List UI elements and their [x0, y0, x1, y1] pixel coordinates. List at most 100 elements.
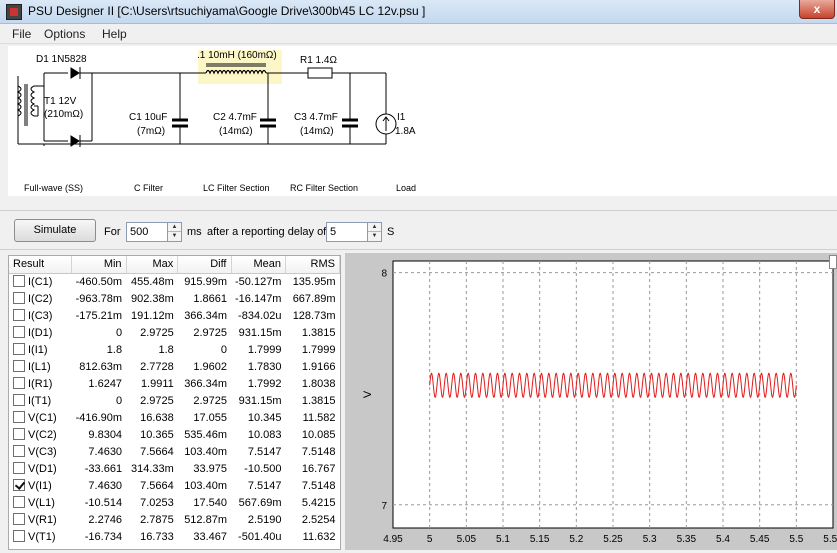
menu-file[interactable]: File: [12, 27, 31, 41]
result-checkbox[interactable]: [13, 326, 25, 338]
result-name-cell[interactable]: V(C1): [9, 409, 72, 426]
table-row[interactable]: I(C2) -963.78m 902.38m 1.8661 -16.147m 667.89…: [9, 290, 340, 307]
result-checkbox[interactable]: [13, 360, 25, 372]
table-row[interactable]: V(C3) 7.4630 7.5664 103.40m 7.5147 7.5148: [9, 443, 340, 460]
result-checkbox[interactable]: [13, 343, 25, 355]
table-row[interactable]: V(D1) -33.661 314.33m 33.975 -10.500 16.767: [9, 460, 340, 477]
result-diff-cell: 915.99m: [184, 275, 227, 288]
result-checkbox[interactable]: [13, 275, 25, 288]
table-row[interactable]: V(L1) -10.514 7.0253 17.540 567.69m 5.4215: [9, 494, 340, 511]
result-name-cell[interactable]: I(T1): [9, 392, 72, 409]
result-diff-cell: 17.055: [193, 411, 227, 424]
result-checkbox[interactable]: [13, 445, 25, 457]
close-button[interactable]: x: [799, 0, 835, 19]
result-checkbox[interactable]: [13, 377, 25, 389]
col-min[interactable]: Min: [71, 256, 127, 274]
result-rms-cell: 1.7999: [301, 343, 336, 356]
result-max-cell: 7.5664: [140, 445, 174, 458]
spin-down-icon[interactable]: ▼: [168, 232, 181, 241]
result-diff-cell: 1.9602: [193, 360, 227, 373]
i1-value: 1.8A: [395, 126, 416, 137]
result-mean-cell: 931.15m: [238, 326, 282, 339]
table-row[interactable]: I(C1) -460.50m 455.48m 915.99m -50.127m 135.9…: [9, 273, 340, 290]
plot-corner-tab[interactable]: [829, 255, 837, 269]
c3-label[interactable]: C3 4.7mF: [294, 112, 338, 123]
table-row[interactable]: I(D1) 0 2.9725 2.9725 931.15m 1.3815: [9, 324, 340, 341]
t1-label[interactable]: T1 12V: [44, 96, 76, 107]
result-checkbox[interactable]: [13, 309, 25, 321]
c2-label[interactable]: C2 4.7mF: [213, 112, 257, 123]
result-checkbox[interactable]: [13, 394, 25, 406]
menu-help[interactable]: Help: [102, 27, 127, 41]
spin-down-icon[interactable]: ▼: [368, 232, 381, 241]
table-row[interactable]: I(L1) 812.63m 2.7728 1.9602 1.7830 1.9166: [9, 358, 340, 375]
result-rms-cell: 128.73m: [292, 309, 336, 322]
table-row[interactable]: V(C2) 9.8304 10.365 535.46m 10.083 10.085: [9, 426, 340, 443]
table-row[interactable]: I(R1) 1.6247 1.9911 366.34m 1.7992 1.8038: [9, 375, 340, 392]
col-rms[interactable]: RMS: [285, 256, 341, 274]
i1-label[interactable]: I1: [397, 112, 405, 123]
window-title: PSU Designer II [C:\Users\rtsuchiyama\Go…: [28, 4, 426, 18]
result-name: V(D1): [28, 463, 57, 475]
col-max[interactable]: Max: [126, 256, 179, 274]
table-row[interactable]: V(C1) -416.90m 16.638 17.055 10.345 11.582: [9, 409, 340, 426]
result-name: V(C1): [28, 412, 57, 424]
result-min-cell: -175.21m: [75, 309, 123, 322]
col-mean[interactable]: Mean: [231, 256, 286, 274]
result-name-cell[interactable]: V(T1): [9, 528, 72, 545]
result-checkbox[interactable]: [13, 513, 25, 525]
result-min-cell: 7.4630: [88, 445, 123, 458]
result-name-cell[interactable]: I(R1): [9, 375, 72, 392]
simulate-button[interactable]: Simulate: [14, 219, 96, 242]
table-row[interactable]: I(C3) -175.21m 191.12m 366.34m -834.02u 128.7…: [9, 307, 340, 324]
result-name-cell[interactable]: V(C3): [9, 443, 72, 460]
table-row[interactable]: V(R1) 2.2746 2.7875 512.87m 2.5190 2.5254: [9, 511, 340, 528]
result-name-cell[interactable]: I(I1): [9, 341, 72, 358]
result-checkbox[interactable]: [13, 496, 25, 508]
col-diff[interactable]: Diff: [177, 256, 232, 274]
result-max-cell: 10.365: [140, 428, 174, 441]
result-checkbox[interactable]: [13, 411, 25, 423]
table-row[interactable]: V(I1) 7.4630 7.5664 103.40m 7.5147 7.5148: [9, 477, 340, 494]
result-min-cell: -963.78m: [75, 292, 123, 305]
d1-label[interactable]: D1 1N5828: [36, 54, 87, 65]
result-checkbox[interactable]: [13, 292, 25, 304]
table-row[interactable]: V(T1) -16.734 16.733 33.467 -501.40u 11.632: [9, 528, 340, 545]
col-result[interactable]: Result: [9, 256, 73, 274]
result-name-cell[interactable]: V(I1): [9, 477, 72, 494]
spin-up-icon[interactable]: ▲: [368, 223, 381, 232]
delay-spinner[interactable]: ▲ ▼: [367, 222, 382, 242]
result-min-cell: 0: [115, 394, 123, 407]
result-name-cell[interactable]: I(D1): [9, 324, 72, 341]
result-rms-cell: 5.4215: [301, 496, 336, 509]
l1-label[interactable]: .1 10mH (160mΩ): [197, 50, 277, 61]
delay-input[interactable]: [326, 222, 368, 242]
result-name: I(D1): [28, 327, 53, 339]
result-min-cell: 9.8304: [88, 428, 123, 441]
result-name-cell[interactable]: I(C3): [9, 307, 72, 324]
result-min-cell: -10.514: [84, 496, 123, 509]
table-row[interactable]: I(I1) 1.8 1.8 0 1.7999 1.7999: [9, 341, 340, 358]
duration-spinner[interactable]: ▲ ▼: [167, 222, 182, 242]
r1-label[interactable]: R1 1.4Ω: [300, 55, 337, 66]
result-rms-cell: 11.632: [302, 530, 336, 543]
duration-input[interactable]: [126, 222, 168, 242]
result-name-cell[interactable]: V(L1): [9, 494, 72, 511]
c1-label[interactable]: C1 10uF: [129, 112, 167, 123]
spin-up-icon[interactable]: ▲: [168, 223, 181, 232]
result-checkbox[interactable]: [13, 462, 25, 474]
result-name-cell[interactable]: I(C2): [9, 290, 72, 307]
result-name-cell[interactable]: V(D1): [9, 460, 72, 477]
result-name-cell[interactable]: I(C1): [9, 273, 72, 290]
result-checkbox[interactable]: [13, 428, 25, 440]
result-min-cell: 812.63m: [79, 360, 123, 373]
menu-options[interactable]: Options: [44, 27, 85, 41]
result-max-cell: 2.9725: [140, 326, 174, 339]
result-name-cell[interactable]: V(R1): [9, 511, 72, 528]
result-checkbox[interactable]: [13, 530, 25, 542]
x-tick-label: 5.2: [569, 534, 583, 545]
result-checkbox[interactable]: [13, 479, 25, 491]
result-name-cell[interactable]: V(C2): [9, 426, 72, 443]
result-name-cell[interactable]: I(L1): [9, 358, 72, 375]
table-row[interactable]: I(T1) 0 2.9725 2.9725 931.15m 1.3815: [9, 392, 340, 409]
